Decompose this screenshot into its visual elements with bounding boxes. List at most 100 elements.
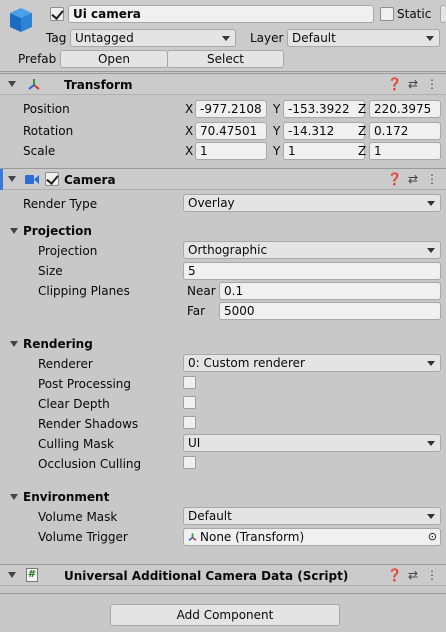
position-z-field[interactable]: 220.3975 [369,100,441,118]
foldout-arrow-icon[interactable] [8,176,16,182]
position-x-label[interactable]: X [185,101,193,117]
scale-z-label[interactable]: Z [358,143,366,159]
help-icon[interactable]: ❓ [387,568,402,582]
selection-indicator [0,169,3,190]
rotation-x-label[interactable]: X [185,123,193,139]
size-label: Size [38,264,63,278]
environment-foldout-icon[interactable] [10,494,18,500]
render-type-label: Render Type [23,197,98,211]
scale-y-label[interactable]: Y [273,143,280,159]
prefab-open-button[interactable]: Open [60,50,168,68]
volume-mask-value: Default [188,509,232,523]
camera-enabled-checkbox[interactable] [45,172,59,186]
tag-label: Tag [46,31,67,45]
camera-header[interactable]: Camera ❓ ⇄ ⋮ [0,168,446,190]
rotation-y-label[interactable]: Y [273,123,280,139]
scale-x-label[interactable]: X [185,143,193,159]
post-processing-checkbox[interactable] [183,376,196,389]
position-y-label[interactable]: Y [273,101,280,117]
projection-dropdown[interactable]: Orthographic [183,241,441,259]
layer-label: Layer [250,31,284,45]
culling-mask-value: UI [188,436,201,450]
script-icon: # [26,568,38,582]
chevron-down-icon [426,36,434,41]
clear-depth-label: Clear Depth [38,397,110,411]
layer-dropdown[interactable]: Default [287,29,440,47]
transform-icon [188,533,197,541]
gameobject-header: Ui camera Static Tag Untagged Layer Defa… [0,0,446,72]
scale-z-field[interactable]: 1 [369,142,441,160]
occlusion-culling-label: Occlusion Culling [38,457,142,471]
occlusion-culling-checkbox[interactable] [183,456,196,469]
presets-icon[interactable]: ⇄ [406,568,420,582]
position-label: Position [23,102,70,116]
help-icon[interactable]: ❓ [387,172,402,186]
clear-depth-checkbox[interactable] [183,396,196,409]
kebab-menu-icon[interactable]: ⋮ [425,77,439,91]
gameobject-cube-icon [10,8,32,32]
culling-mask-label: Culling Mask [38,437,114,451]
chevron-down-icon [427,248,435,253]
volume-trigger-label: Volume Trigger [38,530,128,544]
transform-title: Transform [64,78,133,92]
additional-camera-data-header[interactable]: # Universal Additional Camera Data (Scri… [0,564,446,586]
culling-mask-dropdown[interactable]: UI [183,434,441,452]
far-label[interactable]: Far [187,303,205,319]
rotation-z-label[interactable]: Z [358,123,366,139]
position-x-field[interactable]: -977.2108 [195,100,267,118]
post-processing-label: Post Processing [38,377,131,391]
foldout-arrow-icon[interactable] [8,572,16,578]
rotation-y-field[interactable]: -14.312 [283,122,365,140]
foldout-arrow-icon[interactable] [8,81,16,87]
volume-mask-label: Volume Mask [38,510,118,524]
projection-foldout-icon[interactable] [10,228,18,234]
projection-label: Projection [38,244,98,258]
render-shadows-checkbox[interactable] [183,416,196,429]
volume-mask-dropdown[interactable]: Default [183,507,441,525]
camera-icon [25,175,39,184]
kebab-menu-icon[interactable]: ⋮ [425,172,439,186]
object-picker-icon[interactable]: ⊙ [428,530,437,544]
rendering-section-title[interactable]: Rendering [23,336,93,352]
rotation-z-field[interactable]: 0.172 [369,122,441,140]
tag-dropdown[interactable]: Untagged [70,29,236,47]
transform-header[interactable]: Transform ❓ ⇄ ⋮ [0,73,446,95]
static-label: Static [397,7,432,21]
presets-icon[interactable]: ⇄ [406,77,420,91]
projection-section-title[interactable]: Projection [23,223,92,239]
position-z-label[interactable]: Z [358,101,366,117]
near-label[interactable]: Near [187,283,216,299]
renderer-dropdown[interactable]: 0: Custom renderer [183,354,441,372]
scale-label: Scale [23,144,56,158]
volume-trigger-value: None (Transform) [200,530,305,544]
help-icon[interactable]: ❓ [387,77,402,91]
chevron-down-icon [427,201,435,206]
static-checkbox[interactable] [380,7,394,21]
add-component-button[interactable]: Add Component [110,604,340,626]
scale-y-field[interactable]: 1 [283,142,365,160]
chevron-down-icon [427,514,435,519]
volume-trigger-field[interactable]: None (Transform) ⊙ [183,528,441,546]
scale-x-field[interactable]: 1 [195,142,267,160]
rendering-foldout-icon[interactable] [10,341,18,347]
object-name-field[interactable]: Ui camera [68,5,374,23]
chevron-down-icon [222,36,230,41]
far-field[interactable]: 5000 [219,302,441,320]
component-divider [0,593,446,594]
render-type-value: Overlay [188,196,235,210]
position-y-field[interactable]: -153.3922 [283,100,365,118]
size-field[interactable]: 5 [183,262,441,280]
clipping-planes-label: Clipping Planes [38,284,130,298]
renderer-value: 0: Custom renderer [188,356,305,370]
presets-icon[interactable]: ⇄ [406,172,420,186]
render-type-dropdown[interactable]: Overlay [183,194,441,212]
static-dropdown[interactable] [440,5,446,23]
kebab-menu-icon[interactable]: ⋮ [425,568,439,582]
prefab-label: Prefab [18,52,57,66]
rotation-x-field[interactable]: 70.47501 [195,122,267,140]
active-checkbox[interactable] [50,7,64,21]
prefab-select-button[interactable]: Select [167,50,284,68]
environment-section-title[interactable]: Environment [23,489,109,505]
camera-title: Camera [64,173,116,187]
near-field[interactable]: 0.1 [219,282,441,300]
